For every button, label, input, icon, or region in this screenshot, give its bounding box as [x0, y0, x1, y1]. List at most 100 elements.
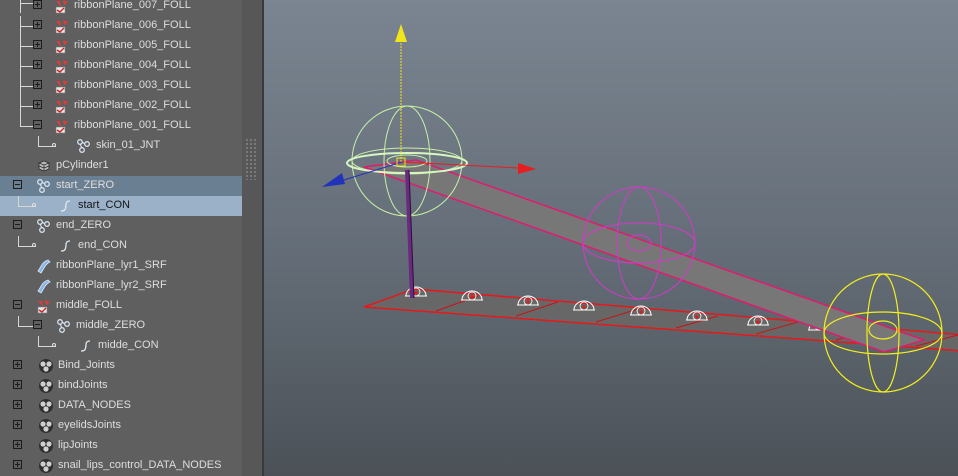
- follicle-icon: [36, 298, 52, 314]
- outliner-item-start-con[interactable]: start_CON: [0, 196, 242, 216]
- resize-grip[interactable]: [245, 138, 257, 180]
- expand-icon[interactable]: [33, 20, 42, 29]
- joint-icon: [76, 138, 92, 154]
- curve-icon: [58, 238, 74, 254]
- follicle-icon: [54, 118, 70, 134]
- outliner-item-end-con[interactable]: end_CON: [0, 236, 242, 256]
- outliner-item-data-nodes[interactable]: DATA_NODES: [0, 396, 242, 416]
- tree-leaf-dot: [52, 143, 56, 147]
- collapse-icon[interactable]: [13, 180, 22, 189]
- outliner-item-label: Bind_Joints: [58, 359, 115, 371]
- outliner-item-label: ribbonPlane_004_FOLL: [74, 59, 191, 71]
- tree-leaf-dot: [32, 203, 36, 207]
- expand-icon[interactable]: [33, 40, 42, 49]
- outliner-item-label: ribbonPlane_lyr2_SRF: [56, 279, 167, 291]
- outliner-item-label: DATA_NODES: [58, 399, 131, 411]
- tree-connector-line: [20, 0, 21, 13]
- outliner-item-label: pCylinder1: [56, 159, 109, 171]
- outliner-item-ribbonplane-005-foll[interactable]: ribbonPlane_005_FOLL: [0, 36, 242, 57]
- outliner-item-middle-foll[interactable]: middle_FOLL: [0, 296, 242, 316]
- x-axis-arrow[interactable]: [518, 163, 536, 174]
- follicle-icon: [54, 98, 70, 114]
- group-icon: [36, 218, 52, 234]
- outliner-item-label: ribbonPlane_006_FOLL: [74, 19, 191, 31]
- y-axis-arrow[interactable]: [395, 24, 407, 42]
- 3d-viewport[interactable]: [264, 0, 958, 476]
- outliner-item-label: midde_CON: [98, 339, 159, 351]
- tree-connector-line: [20, 126, 33, 127]
- panel-divider[interactable]: [242, 0, 264, 476]
- outliner-item-label: ribbonPlane_003_FOLL: [74, 79, 191, 91]
- set-icon: [38, 458, 54, 474]
- tree-connector-line: [20, 106, 33, 107]
- outliner-item-label: ribbonPlane_002_FOLL: [74, 99, 191, 111]
- nurbs-surface-icon: [36, 278, 52, 294]
- outliner-item-bindjoints[interactable]: bindJoints: [0, 376, 242, 396]
- outliner-item-midde-con[interactable]: midde_CON: [0, 336, 242, 356]
- collapse-icon[interactable]: [13, 300, 22, 309]
- outliner-item-label: bindJoints: [58, 379, 108, 391]
- group-icon: [36, 178, 52, 194]
- set-icon: [38, 438, 54, 454]
- expand-icon[interactable]: [13, 440, 22, 449]
- outliner-item-label: snail_lips_control_DATA_NODES: [58, 459, 222, 471]
- joint-line: [405, 169, 415, 299]
- outliner-item-ribbonplane-003-foll[interactable]: ribbonPlane_003_FOLL: [0, 76, 242, 97]
- set-icon: [38, 358, 54, 374]
- outliner-item-skin-01-jnt[interactable]: skin_01_JNT: [0, 136, 242, 156]
- outliner-item-ribbonplane-001-foll[interactable]: ribbonPlane_001_FOLL: [0, 116, 242, 136]
- move-manipulator[interactable]: [322, 24, 536, 187]
- follicle-icon: [54, 58, 70, 74]
- collapse-icon[interactable]: [33, 320, 42, 329]
- outliner-item-pcylinder1[interactable]: pCylinder1: [0, 156, 242, 176]
- z-axis-arrow[interactable]: [322, 173, 345, 187]
- outliner-item-label: lipJoints: [58, 439, 98, 451]
- follicle-icon: [54, 78, 70, 94]
- outliner-item-label: eyelidsJoints: [58, 419, 121, 431]
- outliner-item-bind-joints[interactable]: Bind_Joints: [0, 356, 242, 376]
- mesh-icon: [36, 158, 52, 174]
- expand-icon[interactable]: [13, 420, 22, 429]
- expand-icon[interactable]: [33, 80, 42, 89]
- outliner-item-eyelidsjoints[interactable]: eyelidsJoints: [0, 416, 242, 436]
- outliner-item-ribbonplane-lyr2-srf[interactable]: ribbonPlane_lyr2_SRF: [0, 276, 242, 296]
- scene-svg: [322, 24, 958, 393]
- expand-icon[interactable]: [33, 0, 42, 9]
- expand-icon[interactable]: [13, 460, 22, 469]
- outliner-item-label: ribbonPlane_007_FOLL: [74, 0, 191, 11]
- nurbs-surface-icon: [36, 258, 52, 274]
- expand-icon[interactable]: [33, 60, 42, 69]
- outliner-item-end-zero[interactable]: end_ZERO: [0, 216, 242, 236]
- outliner-item-ribbonplane-006-foll[interactable]: ribbonPlane_006_FOLL: [0, 16, 242, 37]
- outliner-item-label: skin_01_JNT: [96, 139, 161, 151]
- tree-connector-line: [20, 26, 33, 27]
- expand-icon[interactable]: [13, 380, 22, 389]
- outliner-item-ribbonplane-002-foll[interactable]: ribbonPlane_002_FOLL: [0, 96, 242, 117]
- tree-connector-line: [18, 326, 33, 327]
- follicle-icon: [54, 18, 70, 34]
- collapse-icon[interactable]: [13, 220, 22, 229]
- outliner-item-snail-lips-control-data-nodes[interactable]: snail_lips_control_DATA_NODES: [0, 456, 242, 476]
- expand-icon[interactable]: [33, 100, 42, 109]
- outliner-item-label: start_CON: [78, 199, 130, 211]
- outliner-item-middle-zero[interactable]: middle_ZERO: [0, 316, 242, 336]
- follicle-icon: [54, 38, 70, 54]
- outliner-item-ribbonplane-lyr1-srf[interactable]: ribbonPlane_lyr1_SRF: [0, 256, 242, 276]
- tree-connector-line: [20, 66, 33, 67]
- set-icon: [38, 418, 54, 434]
- tree-leaf-dot: [32, 243, 36, 247]
- expand-icon[interactable]: [13, 360, 22, 369]
- collapse-icon[interactable]: [33, 120, 42, 129]
- outliner-item-start-zero[interactable]: start_ZERO: [0, 176, 242, 196]
- outliner-item-label: ribbonPlane_001_FOLL: [74, 119, 191, 131]
- set-icon: [38, 398, 54, 414]
- outliner-item-label: ribbonPlane_005_FOLL: [74, 39, 191, 51]
- set-icon: [38, 378, 54, 394]
- outliner-item-ribbonplane-007-foll[interactable]: ribbonPlane_007_FOLL: [0, 0, 242, 16]
- outliner-item-label: middle_ZERO: [76, 319, 146, 331]
- outliner-item-lipjoints[interactable]: lipJoints: [0, 436, 242, 456]
- outliner-panel: ribbonPlane_007_FOLL ribbonPlane_006_FOLL…: [0, 0, 242, 476]
- outliner-item-ribbonplane-004-foll[interactable]: ribbonPlane_004_FOLL: [0, 56, 242, 77]
- follicle-icon: [54, 0, 70, 14]
- expand-icon[interactable]: [13, 400, 22, 409]
